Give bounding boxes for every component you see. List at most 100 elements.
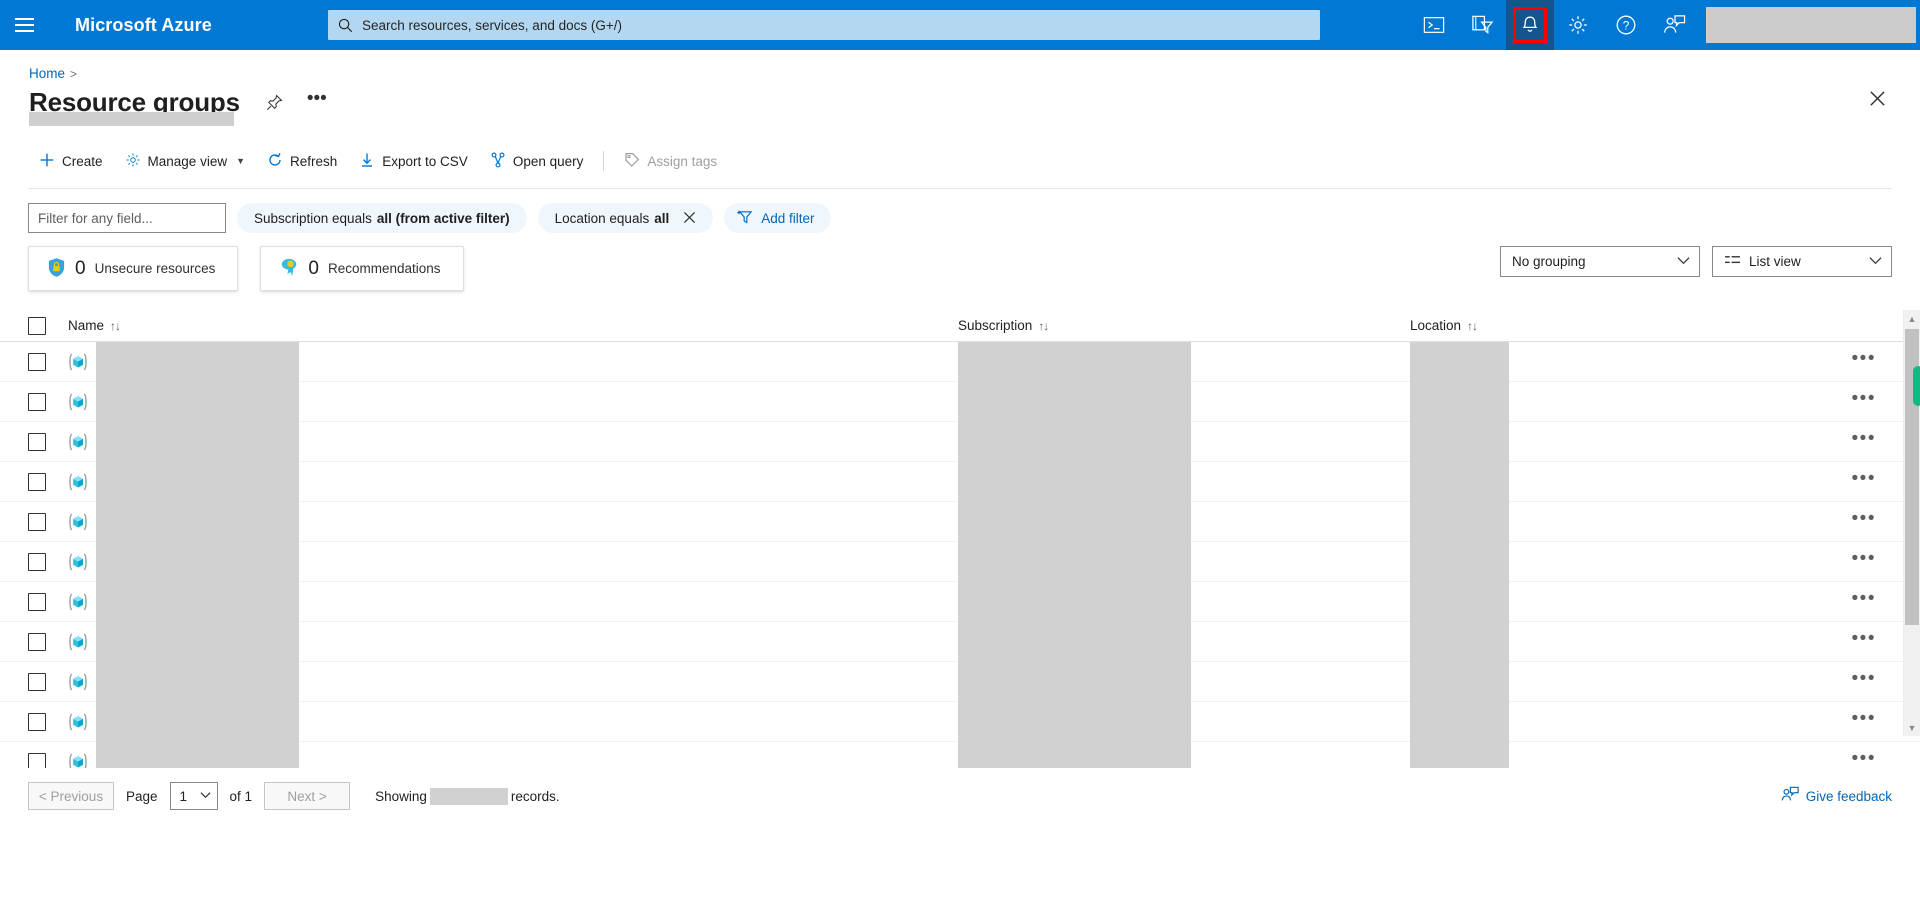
row-select-checkbox[interactable]	[28, 632, 46, 651]
recommendations-label: Recommendations	[327, 261, 441, 276]
refresh-button[interactable]: Refresh	[256, 145, 348, 177]
table-row[interactable]: •••	[0, 541, 1920, 582]
row-select-checkbox[interactable]	[28, 552, 46, 571]
azure-brand-label[interactable]: Microsoft Azure	[75, 15, 212, 36]
column-header-location[interactable]: Location ↑↓	[1410, 318, 1920, 333]
location-cell-redacted	[1410, 541, 1509, 582]
resource-group-name-redacted	[96, 541, 299, 582]
scroll-up-arrow-icon[interactable]: ▲	[1904, 310, 1920, 327]
row-select-checkbox[interactable]	[28, 392, 46, 411]
hamburger-menu-icon[interactable]	[0, 0, 48, 50]
table-row[interactable]: •••	[0, 621, 1920, 662]
unsecure-resources-card[interactable]: 0 Unsecure resources	[28, 246, 239, 291]
subscription-cell-redacted	[958, 541, 1191, 582]
create-button[interactable]: Create	[28, 145, 114, 177]
row-more-options-icon[interactable]: •••	[1852, 589, 1876, 608]
table-row[interactable]: •••	[0, 461, 1920, 502]
row-more-options-icon[interactable]: •••	[1852, 349, 1876, 368]
table-row[interactable]: •••	[0, 381, 1920, 422]
feedback-person-icon	[1781, 786, 1799, 806]
row-select-checkbox[interactable]	[28, 592, 46, 611]
table-row[interactable]: •••	[0, 701, 1920, 742]
row-more-options-icon[interactable]: •••	[1852, 549, 1876, 568]
table-body: ••• ••• ••• ••• ••• ••• ••• ••• ••• ••• •••	[0, 342, 1920, 768]
select-all-checkbox[interactable]	[28, 316, 46, 335]
row-select-checkbox[interactable]	[28, 352, 46, 371]
table-row[interactable]: •••	[0, 741, 1920, 768]
filter-for-any-field-input[interactable]	[28, 203, 226, 233]
grouping-select[interactable]: No grouping	[1500, 246, 1700, 277]
table-row[interactable]: •••	[0, 342, 1920, 382]
row-select-checkbox[interactable]	[28, 512, 46, 531]
breadcrumb-chevron-icon: >	[70, 66, 78, 81]
row-more-options-icon[interactable]: •••	[1852, 469, 1876, 488]
row-select-checkbox[interactable]	[28, 472, 46, 491]
add-filter-button[interactable]: Add filter	[724, 203, 831, 233]
cloud-shell-icon[interactable]	[1410, 0, 1458, 50]
page-number-select[interactable]: 1	[169, 782, 218, 810]
filter-pill-subscription-prefix: Subscription equals	[254, 210, 372, 226]
row-more-options-icon[interactable]: •••	[1852, 509, 1876, 528]
sort-updown-icon: ↑↓	[110, 318, 121, 333]
sort-updown-icon: ↑↓	[1467, 318, 1478, 333]
breadcrumb-item-home[interactable]: Home	[29, 66, 65, 81]
table-header-row: Name ↑↓ Subscription ↑↓ Location ↑↓	[0, 310, 1920, 342]
row-select-checkbox[interactable]	[28, 432, 46, 451]
subscription-cell-redacted	[958, 621, 1191, 662]
location-cell-redacted	[1410, 701, 1509, 742]
assign-tags-button: Assign tags	[613, 145, 728, 177]
account-info-redacted[interactable]	[1706, 7, 1916, 43]
location-cell-redacted	[1410, 661, 1509, 702]
row-more-options-icon[interactable]: •••	[1852, 749, 1876, 768]
resource-group-icon	[68, 752, 88, 768]
resource-group-name-redacted	[96, 421, 299, 462]
open-query-button-label: Open query	[512, 153, 584, 169]
advisor-recommendation-icon	[279, 257, 299, 281]
resource-group-name-redacted	[96, 621, 299, 662]
table-row[interactable]: •••	[0, 501, 1920, 542]
settings-gear-icon[interactable]	[1554, 0, 1602, 50]
column-header-subscription[interactable]: Subscription ↑↓	[958, 318, 1410, 333]
row-select-checkbox[interactable]	[28, 672, 46, 691]
feedback-person-icon[interactable]	[1650, 0, 1698, 50]
page-more-options-icon[interactable]: •••	[304, 89, 330, 116]
row-more-options-icon[interactable]: •••	[1852, 389, 1876, 408]
resource-group-icon	[68, 472, 88, 492]
column-header-name[interactable]: Name ↑↓	[68, 318, 958, 333]
search-input[interactable]	[360, 16, 1310, 34]
table-vertical-scrollbar[interactable]: ▲ ▼	[1903, 310, 1920, 736]
row-more-options-icon[interactable]: •••	[1852, 629, 1876, 648]
table-row[interactable]: •••	[0, 421, 1920, 462]
give-feedback-button[interactable]: Give feedback	[1781, 786, 1892, 806]
manage-view-button[interactable]: Manage view ▼	[114, 145, 256, 177]
shield-lock-icon	[47, 257, 66, 281]
global-search-box[interactable]	[328, 10, 1320, 40]
remove-location-filter-icon[interactable]	[683, 211, 696, 226]
row-more-options-icon[interactable]: •••	[1852, 429, 1876, 448]
table-row[interactable]: •••	[0, 581, 1920, 622]
resource-group-name-redacted	[96, 701, 299, 742]
row-select-checkbox[interactable]	[28, 752, 46, 768]
recommendations-card[interactable]: 0 Recommendations	[260, 246, 464, 291]
open-query-button[interactable]: Open query	[479, 145, 595, 177]
notifications-bell-icon[interactable]	[1506, 0, 1554, 50]
row-select-checkbox[interactable]	[28, 712, 46, 731]
scroll-down-arrow-icon[interactable]: ▼	[1904, 719, 1920, 736]
previous-page-button: < Previous	[28, 782, 114, 810]
resource-group-name-redacted	[96, 381, 299, 422]
records-count-redacted	[429, 787, 508, 805]
row-more-options-icon[interactable]: •••	[1852, 669, 1876, 688]
directory-subscription-filter-icon[interactable]	[1458, 0, 1506, 50]
next-page-button: Next >	[264, 782, 351, 810]
filter-pill-subscription[interactable]: Subscription equals all (from active fil…	[237, 203, 527, 233]
close-icon[interactable]	[1862, 83, 1892, 113]
pin-icon[interactable]	[262, 90, 288, 116]
export-to-csv-button[interactable]: Export to CSV	[348, 145, 479, 177]
tag-icon	[624, 152, 640, 171]
resource-group-name-redacted	[96, 741, 299, 768]
filter-pill-location[interactable]: Location equals all	[537, 203, 714, 233]
help-question-icon[interactable]: ?	[1602, 0, 1650, 50]
table-row[interactable]: •••	[0, 661, 1920, 702]
row-more-options-icon[interactable]: •••	[1852, 709, 1876, 728]
view-type-select[interactable]: List view	[1712, 246, 1892, 277]
